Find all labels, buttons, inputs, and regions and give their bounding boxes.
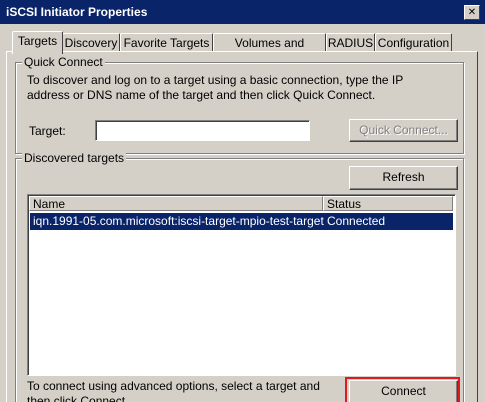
title-bar[interactable]: iSCSI Initiator Properties ✕ bbox=[0, 0, 485, 24]
target-input[interactable] bbox=[95, 120, 310, 141]
connect-button-highlight bbox=[345, 377, 460, 402]
refresh-button[interactable]: Refresh bbox=[349, 166, 458, 190]
tab-configuration[interactable]: Configuration bbox=[375, 33, 452, 53]
close-button[interactable]: ✕ bbox=[464, 5, 480, 20]
quick-connect-button[interactable]: Quick Connect... bbox=[349, 119, 458, 142]
tab-targets[interactable]: Targets bbox=[12, 31, 63, 54]
discovered-targets-list[interactable]: Name Status iqn.1991-05.com.microsoft:is… bbox=[27, 194, 456, 376]
tab-discovery[interactable]: Discovery bbox=[62, 33, 120, 53]
tab-radius[interactable]: RADIUS bbox=[326, 33, 375, 53]
target-status-cell: Connected bbox=[327, 214, 386, 228]
quick-connect-description: To discover and log on to a target using… bbox=[27, 73, 404, 102]
close-icon: ✕ bbox=[467, 7, 477, 18]
column-header-name[interactable]: Name bbox=[29, 196, 323, 211]
table-row[interactable]: iqn.1991-05.com.microsoft:iscsi-target-m… bbox=[30, 213, 453, 230]
advanced-options-text: To connect using advanced options, selec… bbox=[27, 379, 320, 402]
discovered-targets-group-label: Discovered targets bbox=[22, 151, 127, 165]
targets-tab-panel: Quick Connect To discover and log on to … bbox=[6, 51, 478, 402]
window-title: iSCSI Initiator Properties bbox=[6, 5, 148, 19]
target-name-cell: iqn.1991-05.com.microsoft:iscsi-target-m… bbox=[33, 214, 324, 228]
tab-volumes-and-devices[interactable]: Volumes and Devices bbox=[213, 33, 326, 68]
quick-connect-group-label: Quick Connect bbox=[22, 55, 105, 69]
column-header-status[interactable]: Status bbox=[323, 196, 453, 211]
iscsi-initiator-properties-dialog: iSCSI Initiator Properties ✕ Targets Dis… bbox=[0, 0, 485, 402]
tab-favorite-targets[interactable]: Favorite Targets bbox=[120, 33, 213, 53]
target-label: Target: bbox=[29, 124, 66, 138]
